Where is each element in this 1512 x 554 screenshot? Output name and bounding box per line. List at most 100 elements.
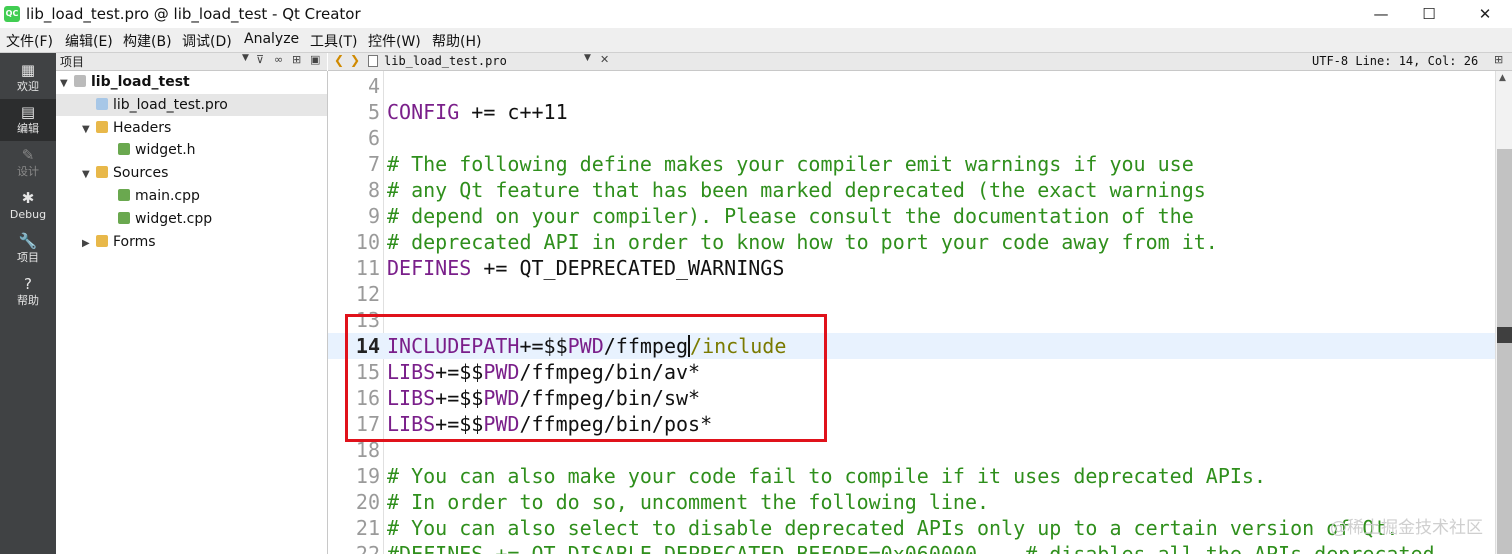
mode-edit[interactable]: ▤ 编辑: [0, 99, 56, 141]
code-line[interactable]: 6: [328, 125, 1495, 151]
collapse-arrow-icon[interactable]: ▼: [60, 73, 74, 95]
close-pane-icon[interactable]: ▣: [310, 53, 320, 66]
code-line[interactable]: 12: [328, 281, 1495, 307]
split-icon[interactable]: ⊞: [292, 53, 301, 66]
pro-file-icon: [96, 97, 108, 110]
tree-headers[interactable]: ▼ Headers: [56, 117, 327, 139]
header-file-icon: [118, 143, 130, 156]
line-number: 4: [367, 74, 380, 98]
code-text: # any Qt feature that has been marked de…: [387, 177, 1206, 203]
project-tree: ▼ lib_load_test lib_load_test.pro ▼ Headers w…: [56, 71, 328, 554]
filter-icon[interactable]: ⊽: [256, 53, 264, 66]
code-line[interactable]: 7 # The following define makes your compi…: [328, 151, 1495, 177]
forward-arrow-icon[interactable]: ❯: [350, 53, 360, 67]
wrench-icon: 🔧: [18, 232, 38, 250]
line-number: 22: [355, 542, 380, 554]
view-dropdown-icon[interactable]: ▼: [242, 53, 249, 63]
code-token: DEFINES: [387, 256, 472, 280]
close-button[interactable]: ✕: [1460, 0, 1510, 28]
file-dropdown-icon[interactable]: ▼: [584, 53, 591, 63]
link-icon[interactable]: ∞: [274, 53, 283, 66]
mode-label: 设计: [17, 165, 39, 178]
code-line[interactable]: 20 # In order to do so, uncomment the fol…: [328, 489, 1495, 515]
mode-label: 项目: [17, 251, 39, 264]
line-number: 5: [367, 100, 380, 124]
menu-file[interactable]: 文件(F): [6, 31, 53, 51]
mode-welcome[interactable]: ▦ 欢迎: [0, 57, 56, 99]
line-number: 20: [355, 490, 380, 514]
code-text: # depend on your compiler). Please consu…: [387, 203, 1194, 229]
close-file-icon[interactable]: ✕: [600, 53, 609, 66]
folder-icon: [96, 120, 108, 133]
tree-widget-cpp[interactable]: widget.cpp: [56, 208, 327, 230]
vertical-scrollbar[interactable]: ▲: [1495, 71, 1512, 554]
minimize-button[interactable]: —: [1356, 0, 1406, 28]
code-text: # deprecated API in order to know how to…: [387, 229, 1218, 255]
code-text: # You can also select to disable depreca…: [387, 515, 1398, 541]
watermark: @稀土掘金技术社区: [1330, 518, 1483, 538]
line-number: 12: [355, 282, 380, 306]
line-number: 21: [355, 516, 380, 540]
code-token: # You can also make your code fail to co…: [387, 464, 1266, 488]
line-number: 7: [367, 152, 380, 176]
grid-icon: ▦: [20, 61, 36, 79]
back-arrow-icon[interactable]: ❮: [334, 53, 344, 67]
code-line[interactable]: 22 #DEFINES += QT_DISABLE_DEPRECATED_BEFO…: [328, 541, 1495, 554]
code-editor[interactable]: 4 5 CONFIG += c++11 6 7 # The following defin…: [328, 71, 1495, 554]
mode-label: 帮助: [17, 294, 39, 307]
code-text: CONFIG += c++11: [387, 99, 568, 125]
code-token: # The following define makes your compil…: [387, 152, 1194, 176]
folder-icon: [96, 234, 108, 247]
split-editor-icon[interactable]: ⊞: [1494, 53, 1503, 66]
mode-projects[interactable]: 🔧 项目: [0, 228, 56, 270]
scrollbar-thumb[interactable]: [1497, 149, 1512, 554]
code-token: += QT_DEPRECATED_WARNINGS: [471, 256, 785, 280]
tree-widget-h[interactable]: widget.h: [56, 139, 327, 161]
menu-widgets[interactable]: 控件(W): [368, 31, 421, 51]
code-text: #DEFINES += QT_DISABLE_DEPRECATED_BEFORE…: [387, 541, 1435, 554]
maximize-button[interactable]: ☐: [1404, 0, 1454, 28]
scroll-up-icon[interactable]: ▲: [1499, 73, 1506, 83]
collapse-arrow-icon[interactable]: ▼: [82, 119, 96, 141]
mode-design[interactable]: ✎ 设计: [0, 142, 56, 184]
editor-toolbar: ❮ ❯ lib_load_test.pro ▼ ✕ UTF-8 Line: 14…: [328, 53, 1512, 71]
line-number: 6: [367, 126, 380, 150]
mode-debug[interactable]: ✱ Debug: [0, 185, 56, 227]
tree-forms[interactable]: ▶ Forms: [56, 231, 327, 253]
tree-pro-file[interactable]: lib_load_test.pro: [56, 93, 327, 116]
mode-label: 编辑: [17, 122, 39, 135]
menu-analyze[interactable]: Analyze: [244, 31, 299, 47]
menu-help[interactable]: 帮助(H): [432, 31, 481, 51]
code-line[interactable]: 8 # any Qt feature that has been marked d…: [328, 177, 1495, 203]
project-pane-title: 项目: [60, 55, 85, 69]
code-line[interactable]: 4: [328, 73, 1495, 99]
code-line[interactable]: 21 # You can also select to disable depre…: [328, 515, 1495, 541]
code-text: # You can also make your code fail to co…: [387, 463, 1266, 489]
tree-project[interactable]: ▼ lib_load_test: [56, 71, 327, 93]
qt-creator-icon: QC: [4, 6, 20, 22]
expand-arrow-icon[interactable]: ▶: [82, 233, 96, 255]
code-line[interactable]: 19 # You can also make your code fail to …: [328, 463, 1495, 489]
collapse-arrow-icon[interactable]: ▼: [82, 164, 96, 186]
line-number: 11: [355, 256, 380, 280]
code-line[interactable]: 10 # deprecated API in order to know how …: [328, 229, 1495, 255]
project-icon: [74, 75, 86, 87]
code-line[interactable]: 5 CONFIG += c++11: [328, 99, 1495, 125]
scrollbar-line-marker: [1497, 327, 1512, 343]
code-token: CONFIG: [387, 100, 460, 124]
menu-build[interactable]: 构建(B): [123, 31, 172, 51]
tree-main-cpp[interactable]: main.cpp: [56, 185, 327, 207]
menu-edit[interactable]: 编辑(E): [65, 31, 113, 51]
code-line[interactable]: 11 DEFINES += QT_DEPRECATED_WARNINGS: [328, 255, 1495, 281]
line-number: 19: [355, 464, 380, 488]
menu-debug[interactable]: 调试(D): [182, 31, 232, 51]
mode-help[interactable]: ? 帮助: [0, 271, 56, 313]
open-file-tab[interactable]: lib_load_test.pro: [384, 54, 507, 68]
pencil-icon: ✎: [21, 146, 35, 164]
code-line[interactable]: 9 # depend on your compiler). Please cons…: [328, 203, 1495, 229]
code-token: #DEFINES += QT_DISABLE_DEPRECATED_BEFORE…: [387, 542, 1435, 554]
menu-tools[interactable]: 工具(T): [310, 31, 357, 51]
cursor-position-status: UTF-8 Line: 14, Col: 26: [1312, 54, 1479, 68]
project-pane-toolbar: 项目 ▼ ⊽ ∞ ⊞ ▣: [56, 53, 327, 71]
tree-sources[interactable]: ▼ Sources: [56, 162, 327, 184]
